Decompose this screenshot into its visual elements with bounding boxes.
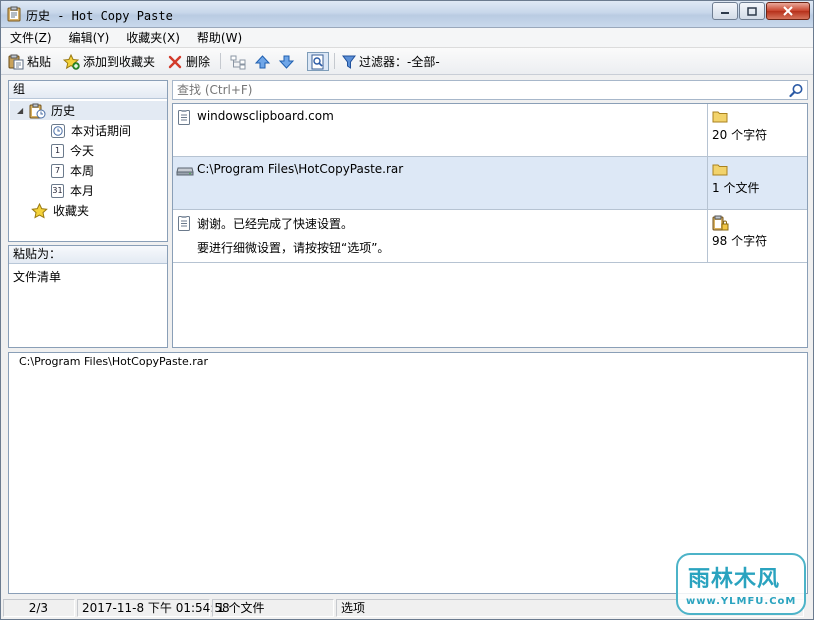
watermark-brand: 雨林木风: [688, 567, 781, 592]
minimize-button[interactable]: [712, 2, 738, 20]
filter-button[interactable]: 过滤器：-全部-: [342, 52, 440, 71]
search-input[interactable]: [173, 81, 773, 99]
tree-item-month[interactable]: 31 本月: [51, 181, 94, 200]
delete-button[interactable]: 删除: [167, 52, 210, 71]
tree-structure-button[interactable]: [230, 52, 247, 71]
arrow-up-icon: [254, 54, 271, 68]
app-window: 历史 - Hot Copy Paste 文件(Z) 编辑(Y) 收藏夹(X) 帮…: [0, 0, 814, 620]
menu-edit[interactable]: 编辑(Y): [60, 29, 118, 46]
title-bar[interactable]: 历史 - Hot Copy Paste: [1, 1, 813, 28]
groups-header: 组: [9, 81, 167, 99]
tree-label-month: 本月: [70, 184, 95, 198]
filter-label: 过滤器：-全部-: [359, 55, 440, 69]
history-item-size: 98 个字符: [712, 234, 768, 248]
window-controls: [711, 2, 810, 20]
text-document-icon: [178, 216, 190, 234]
status-info: 1 个文件: [212, 599, 334, 617]
history-item-content: C:\Program Files\HotCopyPaste.rar: [173, 157, 708, 209]
folder-icon: [712, 162, 728, 179]
paste-button[interactable]: 粘贴: [8, 52, 51, 71]
paste-icon: [8, 54, 24, 69]
move-down-button[interactable]: [278, 52, 295, 71]
tree-label-today: 今天: [70, 144, 95, 158]
paste-as-panel: 粘贴为： 文件清单: [8, 245, 168, 348]
status-position: 2/3: [3, 599, 75, 617]
paste-as-option-file-list[interactable]: 文件清单: [13, 268, 61, 285]
toolbar-separator-2: [334, 53, 335, 69]
watermark-url: www.YLMFU.CoM: [686, 596, 797, 607]
menu-favorites[interactable]: 收藏夹(X): [117, 29, 188, 46]
delete-x-icon: [168, 55, 182, 68]
move-up-button[interactable]: [254, 52, 271, 71]
history-item-content: 谢谢。已经完成了快速设置。 要进行细微设置，请按按钮“选项”。: [173, 210, 708, 262]
tree-label-favorites: 收藏夹: [53, 204, 90, 218]
app-clipboard-icon: [6, 6, 22, 22]
window-title: 历史 - Hot Copy Paste: [26, 9, 173, 23]
history-item-text-line2: 要进行细微设置，请按按钮“选项”。: [197, 241, 390, 255]
paste-label: 粘贴: [27, 55, 52, 69]
history-item-size: 1 个文件: [712, 181, 760, 195]
status-datetime: 2017-11-8 下午 01:54:58: [77, 599, 230, 617]
history-item-text: windowsclipboard.com: [197, 109, 334, 123]
maximize-icon: [747, 6, 757, 16]
add-favorite-star-icon: [63, 53, 80, 70]
calendar-month-icon: 31: [51, 183, 64, 198]
menu-help[interactable]: 帮助(W): [188, 29, 250, 46]
history-clipboard-icon: [29, 103, 46, 118]
history-item-text: C:\Program Files\HotCopyPaste.rar: [197, 162, 404, 176]
calendar-week-icon: 7: [51, 163, 64, 178]
history-item-text: 谢谢。已经完成了快速设置。: [197, 217, 354, 231]
toolbar-separator: [220, 53, 221, 69]
preview-text: C:\Program Files\HotCopyPaste.rar: [19, 355, 209, 368]
tree-label-history: 历史: [51, 104, 76, 118]
history-list: windowsclipboard.com 20 个字符 C:\Program F…: [172, 103, 808, 348]
menu-bar: 文件(Z) 编辑(Y) 收藏夹(X) 帮助(W): [1, 28, 813, 48]
document-search-icon: [311, 54, 324, 69]
preview-toggle-button[interactable]: [307, 52, 329, 71]
add-favorite-label: 添加到收藏夹: [83, 55, 156, 69]
folder-icon: [712, 109, 728, 126]
tree-label-week: 本周: [70, 164, 95, 178]
tree-structure-icon: [230, 55, 246, 69]
minimize-icon: [721, 12, 729, 14]
history-item-size: 20 个字符: [712, 128, 768, 142]
paste-as-header: 粘贴为：: [9, 246, 167, 264]
history-item-content: windowsclipboard.com: [173, 104, 708, 156]
tree-item-favorites[interactable]: 收藏夹: [31, 201, 89, 220]
arrow-down-icon: [278, 55, 295, 69]
tree-label-session: 本对话期间: [71, 124, 132, 138]
star-icon: [31, 202, 48, 219]
history-item-1[interactable]: windowsclipboard.com 20 个字符: [173, 104, 807, 157]
tree-item-session[interactable]: 本对话期间: [51, 121, 131, 140]
maximize-button[interactable]: [739, 2, 765, 20]
history-item-meta: 20 个字符: [709, 104, 807, 156]
groups-panel: 组 ◢ 历史 本对话期间 1 今天 7 本周 31 本月 收藏夹: [8, 80, 168, 242]
tree-item-history[interactable]: ◢ 历史: [10, 101, 167, 120]
delete-label: 删除: [186, 55, 211, 69]
history-item-2[interactable]: C:\Program Files\HotCopyPaste.rar 1 个文件: [173, 157, 807, 210]
watermark-logo: 雨林木风 www.YLMFU.CoM: [676, 553, 806, 615]
calendar-day-icon: 1: [51, 143, 64, 158]
toolbar: 粘贴 添加到收藏夹 删除 过滤器：-全部-: [1, 48, 813, 75]
close-icon: [783, 6, 793, 16]
history-item-meta: 1 个文件: [709, 157, 807, 209]
history-item-meta: 98 个字符: [709, 210, 807, 262]
tree-item-week[interactable]: 7 本周: [51, 161, 94, 180]
tree-item-today[interactable]: 1 今天: [51, 141, 94, 160]
add-to-favorites-button[interactable]: 添加到收藏夹: [63, 52, 155, 71]
drive-file-icon: [176, 164, 194, 179]
menu-file[interactable]: 文件(Z): [1, 29, 60, 46]
funnel-filter-icon: [342, 55, 356, 69]
search-box: [172, 80, 808, 100]
text-document-icon: [178, 110, 190, 128]
clock-icon: [51, 123, 65, 138]
close-button[interactable]: [766, 2, 810, 20]
history-item-3[interactable]: 谢谢。已经完成了快速设置。 要进行细微设置，请按按钮“选项”。 98 个字符: [173, 210, 807, 263]
search-icon[interactable]: [789, 83, 804, 101]
collapse-triangle-icon[interactable]: ◢: [17, 106, 29, 115]
